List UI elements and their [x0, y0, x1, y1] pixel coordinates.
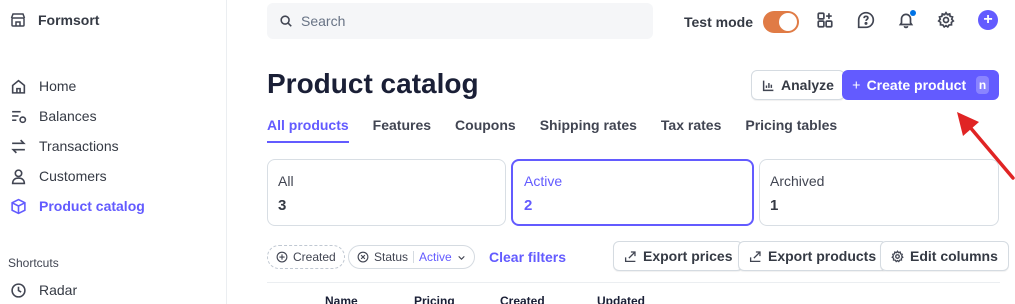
created-filter-chip[interactable]: Created: [267, 245, 345, 269]
test-mode-control: Test mode: [684, 11, 799, 33]
status-card-all[interactable]: All 3: [267, 159, 506, 226]
sidebar-item-radar[interactable]: Radar: [10, 280, 77, 300]
analyze-label: Analyze: [781, 77, 834, 93]
export-products-button[interactable]: Export products: [738, 241, 888, 271]
balances-icon: [12, 110, 27, 123]
clear-filters-link[interactable]: Clear filters: [489, 249, 566, 265]
edit-columns-button[interactable]: Edit columns: [880, 241, 1009, 271]
sidebar-item-transactions[interactable]: Transactions: [10, 136, 119, 156]
tab-features[interactable]: Features: [373, 117, 431, 143]
status-card-label: All: [278, 173, 294, 189]
sidebar-item-customers[interactable]: Customers: [10, 166, 107, 186]
status-filter-label: Status: [374, 250, 409, 264]
status-filter-value: Active: [419, 250, 452, 264]
create-new-button[interactable]: +: [978, 10, 998, 30]
sidebar-item-balances[interactable]: Balances: [10, 106, 97, 126]
export-icon: [749, 250, 761, 262]
search-input[interactable]: Search: [267, 3, 653, 39]
annotation-arrow-icon: [957, 112, 1015, 180]
plus-icon: [852, 81, 860, 89]
keyboard-shortcut-badge: n: [976, 76, 989, 94]
product-catalog-icon: [11, 198, 26, 214]
sidebar-item-label: Balances: [39, 108, 97, 124]
settings-button[interactable]: [936, 10, 956, 30]
tab-coupons[interactable]: Coupons: [455, 117, 516, 143]
test-mode-toggle[interactable]: [762, 11, 799, 33]
export-icon: [624, 250, 636, 262]
remove-circle-icon: [357, 251, 369, 263]
tab-shipping-rates[interactable]: Shipping rates: [540, 117, 637, 143]
status-card-count: 1: [770, 197, 779, 214]
gear-icon: [937, 11, 955, 29]
catalog-tabs: All products Features Coupons Shipping r…: [267, 117, 837, 143]
store-icon: [10, 13, 26, 27]
search-placeholder: Search: [301, 13, 346, 29]
status-card-label: Active: [524, 173, 563, 189]
sidebar-item-home[interactable]: Home: [10, 76, 76, 96]
chip-divider: [413, 251, 415, 263]
create-product-button[interactable]: Create product n: [842, 70, 999, 100]
sidebar: Formsort Home Balances Transactions Cust…: [0, 0, 227, 304]
transactions-icon: [11, 139, 26, 153]
status-card-count: 2: [524, 197, 533, 214]
export-prices-button[interactable]: Export prices: [613, 241, 744, 271]
column-header-name[interactable]: Name: [325, 294, 358, 304]
apps-button[interactable]: [815, 10, 835, 30]
add-circle-icon: [276, 251, 288, 263]
status-card-active[interactable]: Active 2: [511, 159, 754, 226]
plus-icon: +: [978, 10, 998, 30]
sidebar-item-label: Product catalog: [39, 198, 145, 214]
sidebar-item-label: Home: [39, 78, 77, 94]
clock-icon: [11, 282, 26, 298]
tab-tax-rates[interactable]: Tax rates: [661, 117, 721, 143]
bar-chart-icon: [762, 80, 774, 91]
tab-pricing-tables[interactable]: Pricing tables: [745, 117, 837, 143]
created-filter-label: Created: [293, 250, 336, 264]
shortcuts-heading: Shortcuts: [8, 256, 59, 270]
table-header: Name Pricing Created Updated: [267, 282, 1000, 304]
notification-dot: [910, 10, 916, 16]
create-product-label: Create product: [866, 77, 967, 93]
apps-icon: [817, 12, 833, 28]
tab-all-products[interactable]: All products: [267, 117, 349, 143]
sidebar-item-label: Transactions: [39, 138, 119, 154]
sidebar-item-label: Radar: [39, 282, 78, 298]
customers-icon: [11, 168, 26, 184]
export-products-label: Export products: [768, 248, 877, 264]
account-switcher[interactable]: Formsort: [10, 12, 99, 28]
analyze-button[interactable]: Analyze: [751, 70, 845, 100]
brand-name: Formsort: [38, 12, 100, 28]
chevron-down-icon: [458, 255, 465, 260]
status-card-count: 3: [278, 197, 287, 214]
export-prices-label: Export prices: [643, 248, 733, 264]
home-icon: [11, 79, 26, 94]
status-filter-chip[interactable]: Status Active: [348, 245, 475, 269]
sidebar-item-label: Customers: [39, 168, 107, 184]
column-header-created[interactable]: Created: [500, 294, 545, 304]
sidebar-item-product-catalog[interactable]: Product catalog: [10, 196, 145, 216]
column-header-updated[interactable]: Updated: [597, 294, 645, 304]
notifications-button[interactable]: [896, 10, 916, 30]
test-mode-label: Test mode: [684, 14, 753, 30]
edit-columns-label: Edit columns: [910, 248, 998, 264]
gear-icon: [891, 249, 904, 262]
help-icon: [857, 11, 875, 29]
help-button[interactable]: [856, 10, 876, 30]
page-title: Product catalog: [267, 68, 479, 99]
search-icon: [280, 15, 292, 27]
column-header-pricing[interactable]: Pricing: [414, 294, 455, 304]
